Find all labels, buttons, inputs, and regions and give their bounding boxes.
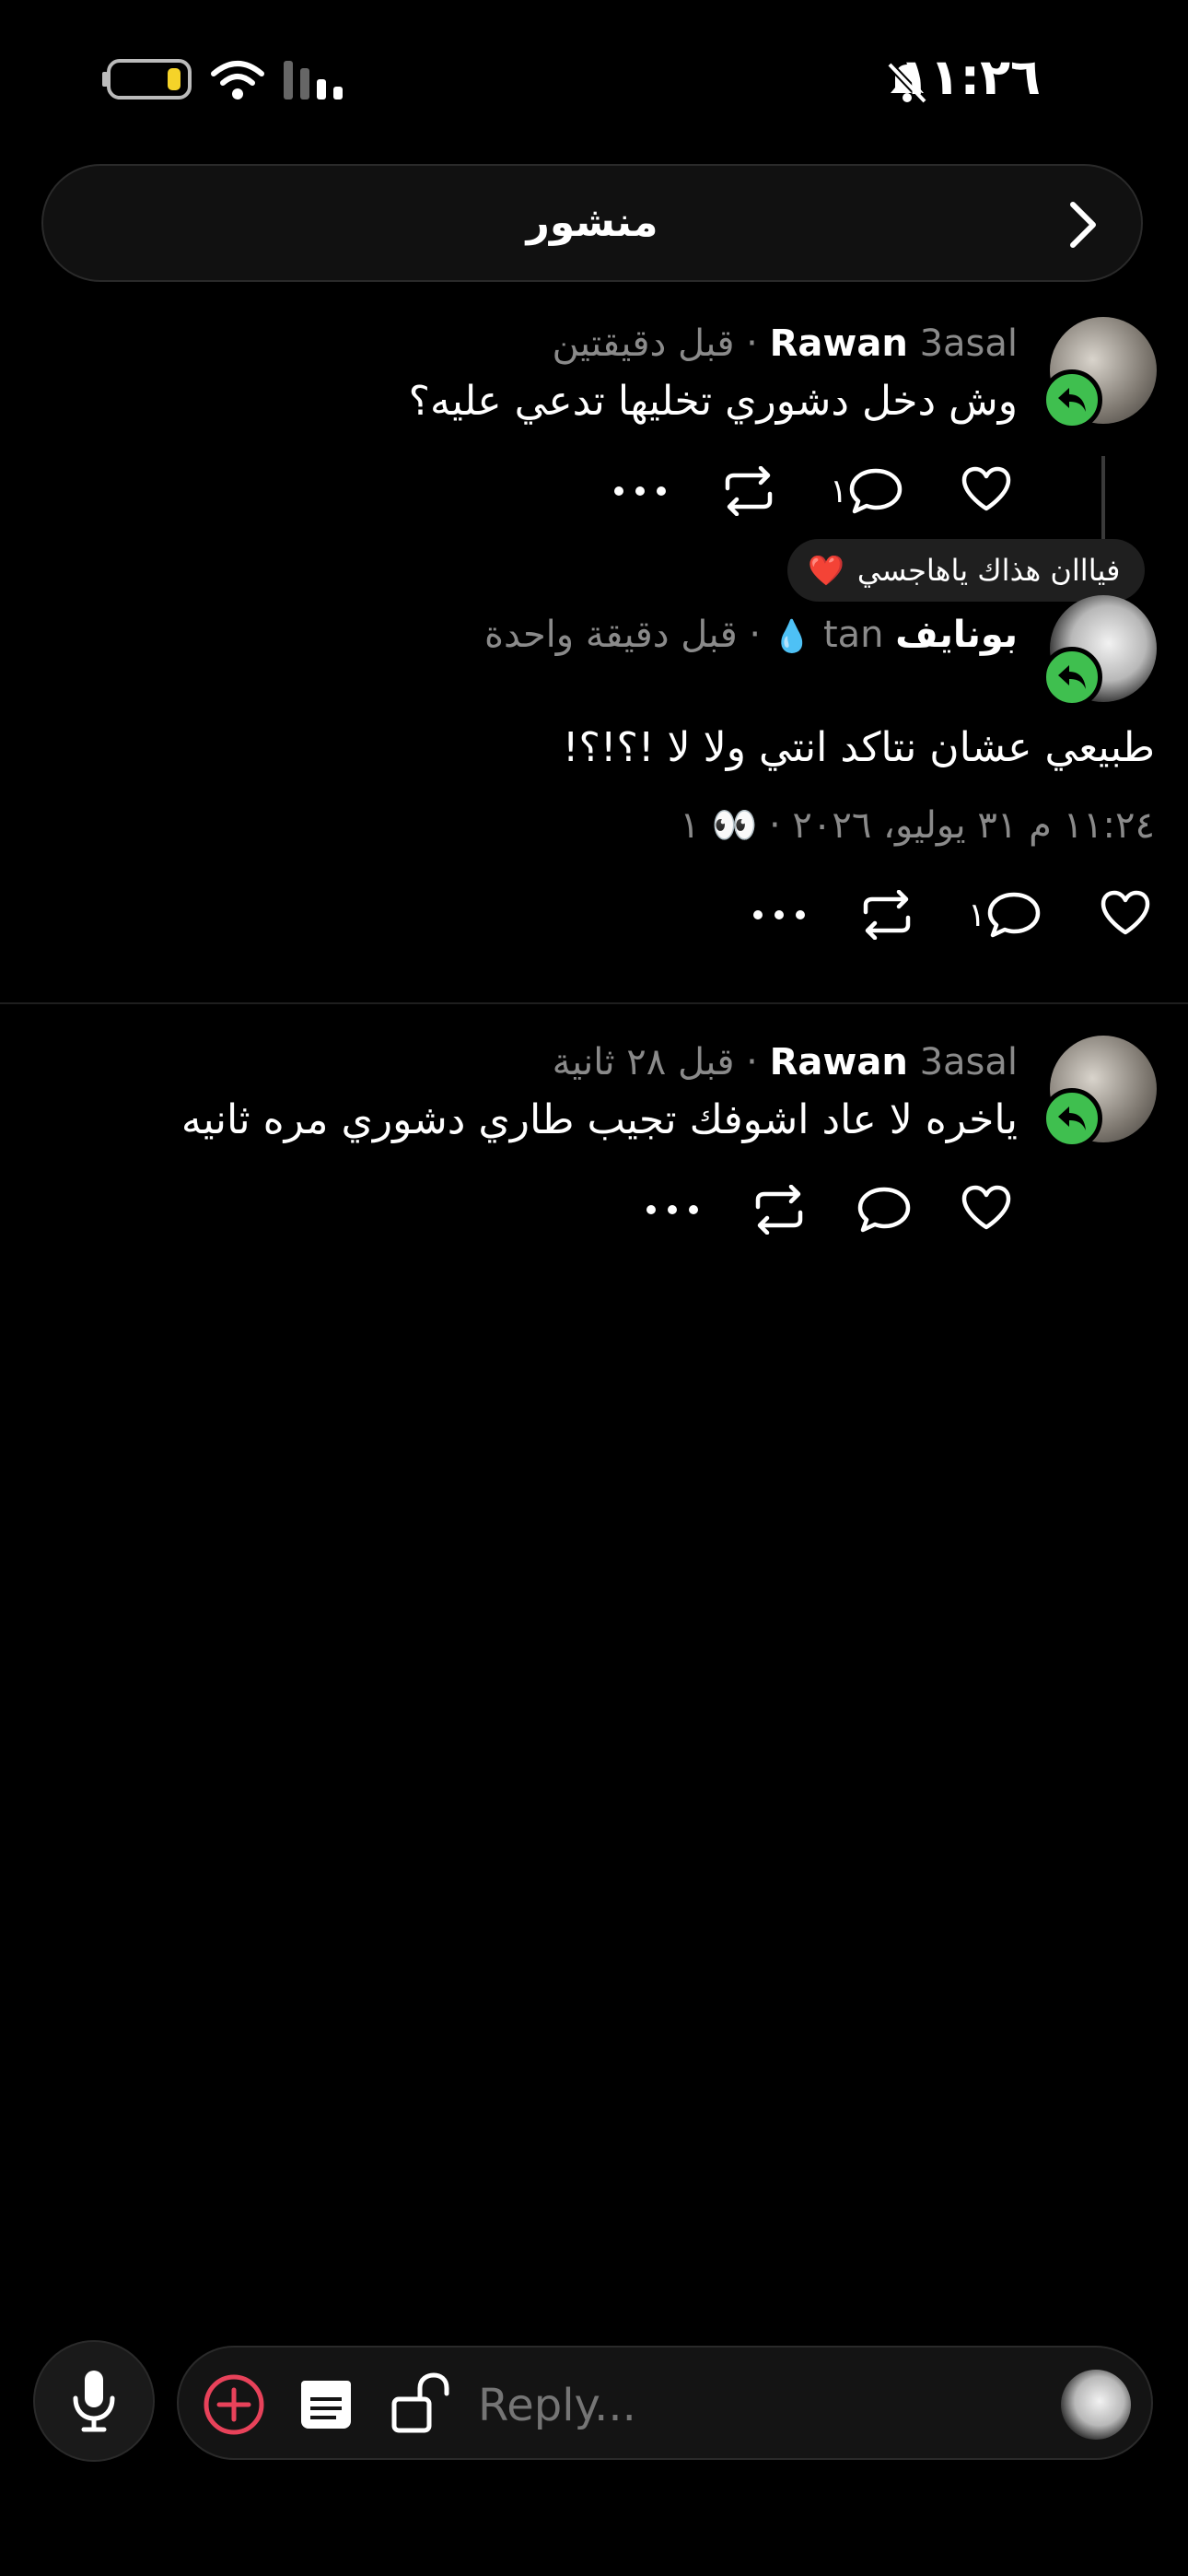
repost-button[interactable] [858,890,915,940]
more-button[interactable] [644,1185,701,1235]
reply-count: ١ [968,896,986,934]
post-text: طبيعي عشان نتاكد انتي ولا لا !؟!؟! [562,724,1155,771]
author-name[interactable]: بونايف [895,614,1018,656]
reply-composer [177,2346,1153,2460]
post-meta: بونايف tan 💧 · قبل دقيقة واحدة [484,614,1018,656]
author-handle[interactable]: tan [823,614,884,656]
post-text: ياخره لا عاد اشوفك تجيب طاري دشوري مره ث… [181,1096,1018,1143]
battery-icon [101,59,193,100]
post-time: قبل دقيقتين [552,322,735,365]
post-text: وش دخل دشوري تخليها تدعي عليه؟ [408,378,1018,425]
mic-button[interactable] [33,2340,155,2462]
post-meta: Rawan 3asal · قبل دقيقتين [552,322,1018,365]
reaction-text: فيااان هذاك ياهاجسي [856,553,1121,588]
reply-badge-icon [1042,1088,1102,1149]
post-header: منشور [41,164,1143,282]
plus-circle-icon[interactable] [203,2373,265,2436]
reply-count: ١ [830,472,848,510]
status-bar: ١١:٢٦ [0,0,1188,138]
repost-button[interactable] [720,466,777,516]
author-name[interactable]: Rawan [770,322,908,365]
author-name[interactable]: Rawan [770,1041,908,1083]
reply-button[interactable]: ١ [824,466,904,516]
eyes-icon: 👀 [711,804,758,847]
reply-button[interactable]: ١ [962,890,1042,940]
like-button[interactable] [961,466,1012,512]
more-button[interactable] [751,890,808,940]
post-2: بونايف tan 💧 · قبل دقيقة واحدة طبيعي عشا… [0,590,1188,977]
author-handle[interactable]: 3asal [920,1041,1018,1083]
post-meta: Rawan 3asal · قبل ٢٨ ثانية [552,1041,1018,1083]
note-icon[interactable] [299,2379,353,2430]
post-datetime: ١١:٢٤ م ٣١ يوليو، ٢٠٢٦ [792,804,1155,847]
post-1: Rawan 3asal · قبل دقيقتين وش دخل دشوري ت… [0,304,1188,567]
wifi-icon [210,59,265,101]
divider [0,1002,1188,1004]
reply-badge-icon [1042,369,1102,430]
post-time: قبل دقيقة واحدة [484,614,738,656]
signal-icon [282,59,346,101]
chevron-right-icon[interactable] [1067,201,1099,249]
author-handle[interactable]: 3asal [920,322,1018,365]
mic-icon [71,2369,117,2433]
post-3: Rawan 3asal · قبل ٢٨ ثانية ياخره لا عاد … [0,1023,1188,1253]
post-time: قبل ٢٨ ثانية [552,1041,735,1083]
view-count: ١ [680,804,700,847]
reply-button[interactable] [856,1185,913,1235]
status-time: ١١:٢٦ [899,48,1041,106]
page-title: منشور [526,199,658,246]
reply-badge-icon [1042,647,1102,708]
reply-input[interactable] [476,2379,940,2432]
heart-emoji: ❤️ [808,553,844,588]
repost-button[interactable] [751,1185,808,1235]
handle-emoji: 💧 [772,618,812,655]
like-button[interactable] [961,1185,1012,1231]
avatar [1061,2370,1131,2440]
post-timestamp: ١١:٢٤ م ٣١ يوليو، ٢٠٢٦ · 👀 ١ [680,804,1155,847]
like-button[interactable] [1100,890,1151,936]
unlock-icon[interactable] [390,2371,451,2434]
more-button[interactable] [611,466,669,516]
